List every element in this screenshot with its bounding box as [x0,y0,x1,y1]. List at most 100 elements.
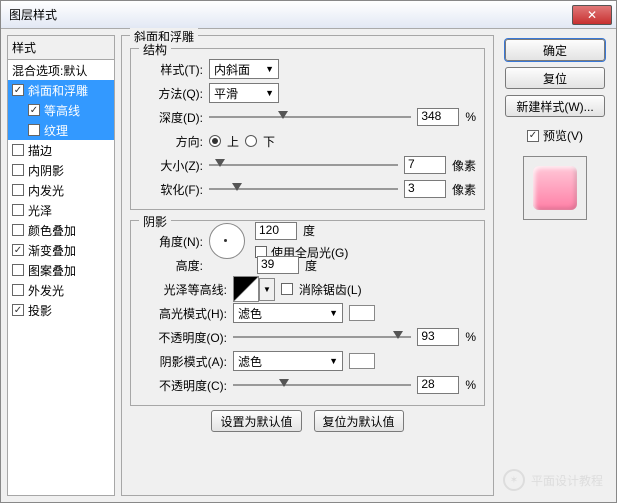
style-checkbox[interactable] [12,244,24,256]
cancel-button[interactable]: 复位 [505,67,605,89]
depth-slider[interactable] [209,109,411,125]
depth-label: 深度(D): [139,109,203,126]
style-row-5[interactable]: 内发光 [8,180,114,200]
titlebar[interactable]: 图层样式 ✕ [1,1,616,29]
style-label: 内发光 [28,182,64,199]
size-unit: 像素 [452,157,476,174]
style-checkbox[interactable] [12,304,24,316]
chevron-down-icon: ▼ [265,88,274,98]
gloss-contour-picker[interactable] [233,276,259,302]
style-row-6[interactable]: 光泽 [8,200,114,220]
new-style-button[interactable]: 新建样式(W)... [505,95,605,117]
styles-column: 样式 混合选项:默认 斜面和浮雕等高线纹理描边内阴影内发光光泽颜色叠加渐变叠加图… [7,35,115,496]
style-label: 描边 [28,142,52,159]
preview-checkbox[interactable] [527,130,539,142]
highlight-opacity-unit: % [465,330,476,344]
technique-combo[interactable]: 平滑▼ [209,83,279,103]
style-label: 图案叠加 [28,262,76,279]
reset-default-button[interactable]: 复位为默认值 [314,410,404,432]
blending-options-row[interactable]: 混合选项:默认 [8,60,114,80]
chevron-down-icon: ▼ [265,64,274,74]
shading-group: 阴影 角度(N): 120 度 使用全局光(G) [130,220,485,406]
style-row-10[interactable]: 外发光 [8,280,114,300]
style-label: 斜面和浮雕 [28,82,88,99]
style-label: 渐变叠加 [28,242,76,259]
direction-down-radio[interactable] [245,135,257,147]
highlight-mode-combo[interactable]: 滤色▼ [233,303,343,323]
shading-legend: 阴影 [139,213,171,230]
style-checkbox[interactable] [28,104,40,116]
soften-input[interactable]: 3 [404,180,446,198]
style-row-7[interactable]: 颜色叠加 [8,220,114,240]
depth-input[interactable]: 348 [417,108,459,126]
highlight-opacity-slider[interactable] [233,329,411,345]
soften-unit: 像素 [452,181,476,198]
blending-label: 混合选项:默认 [12,62,87,79]
layer-style-dialog: 图层样式 ✕ 样式 混合选项:默认 斜面和浮雕等高线纹理描边内阴影内发光光泽颜色… [0,0,617,503]
style-row-1[interactable]: 等高线 [8,100,114,120]
style-row-0[interactable]: 斜面和浮雕 [8,80,114,100]
size-slider[interactable] [209,157,398,173]
bevel-emboss-group: 斜面和浮雕 结构 样式(T): 内斜面▼ 方法(Q): 平滑▼ 深度(D): [121,35,494,496]
angle-input[interactable]: 120 [255,222,297,240]
styles-header: 样式 [7,35,115,59]
style-label: 纹理 [44,122,68,139]
style-row-2[interactable]: 纹理 [8,120,114,140]
preview-label: 预览(V) [543,127,583,144]
style-checkbox[interactable] [12,164,24,176]
style-combo[interactable]: 内斜面▼ [209,59,279,79]
direction-up-radio[interactable] [209,135,221,147]
highlight-mode-label: 高光模式(H): [139,305,227,322]
structure-legend: 结构 [139,41,171,58]
style-checkbox[interactable] [12,264,24,276]
style-row-11[interactable]: 投影 [8,300,114,320]
highlight-opacity-label: 不透明度(O): [139,329,227,346]
chevron-down-icon[interactable]: ▼ [259,278,275,301]
close-button[interactable]: ✕ [572,5,612,25]
altitude-unit: 度 [305,257,317,274]
style-label: 内阴影 [28,162,64,179]
shadow-color-swatch[interactable] [349,353,375,369]
soften-slider[interactable] [209,181,398,197]
highlight-opacity-input[interactable]: 93 [417,328,459,346]
style-checkbox[interactable] [12,224,24,236]
shadow-opacity-slider[interactable] [233,377,411,393]
style-checkbox[interactable] [12,284,24,296]
style-row-3[interactable]: 描边 [8,140,114,160]
shadow-opacity-input[interactable]: 28 [417,376,459,394]
depth-unit: % [465,110,476,124]
technique-label: 方法(Q): [139,85,203,102]
style-label: 等高线 [44,102,80,119]
size-input[interactable]: 7 [404,156,446,174]
style-checkbox[interactable] [12,144,24,156]
style-checkbox[interactable] [12,204,24,216]
chevron-down-icon: ▼ [329,308,338,318]
styles-list: 混合选项:默认 斜面和浮雕等高线纹理描边内阴影内发光光泽颜色叠加渐变叠加图案叠加… [7,59,115,496]
style-checkbox[interactable] [28,124,40,136]
shadow-opacity-label: 不透明度(C): [139,377,227,394]
style-row-4[interactable]: 内阴影 [8,160,114,180]
chevron-down-icon: ▼ [329,356,338,366]
shadow-opacity-unit: % [465,378,476,392]
angle-control[interactable] [209,223,245,259]
style-checkbox[interactable] [12,84,24,96]
shadow-mode-combo[interactable]: 滤色▼ [233,351,343,371]
altitude-input[interactable]: 39 [257,256,299,274]
style-row-9[interactable]: 图案叠加 [8,260,114,280]
style-label: 外发光 [28,282,64,299]
preview-box [523,156,587,220]
make-default-button[interactable]: 设置为默认值 [211,410,301,432]
preview-swatch [533,166,577,210]
highlight-color-swatch[interactable] [349,305,375,321]
style-label: 样式(T): [139,61,203,78]
gloss-contour-label: 光泽等高线: [139,281,227,298]
window-title: 图层样式 [5,6,572,23]
angle-label: 角度(N): [139,233,203,250]
direction-label: 方向: [139,133,203,150]
style-checkbox[interactable] [12,184,24,196]
antialias-checkbox[interactable] [281,283,293,295]
ok-button[interactable]: 确定 [505,39,605,61]
style-row-8[interactable]: 渐变叠加 [8,240,114,260]
dialog-body: 样式 混合选项:默认 斜面和浮雕等高线纹理描边内阴影内发光光泽颜色叠加渐变叠加图… [1,29,616,502]
style-label: 颜色叠加 [28,222,76,239]
